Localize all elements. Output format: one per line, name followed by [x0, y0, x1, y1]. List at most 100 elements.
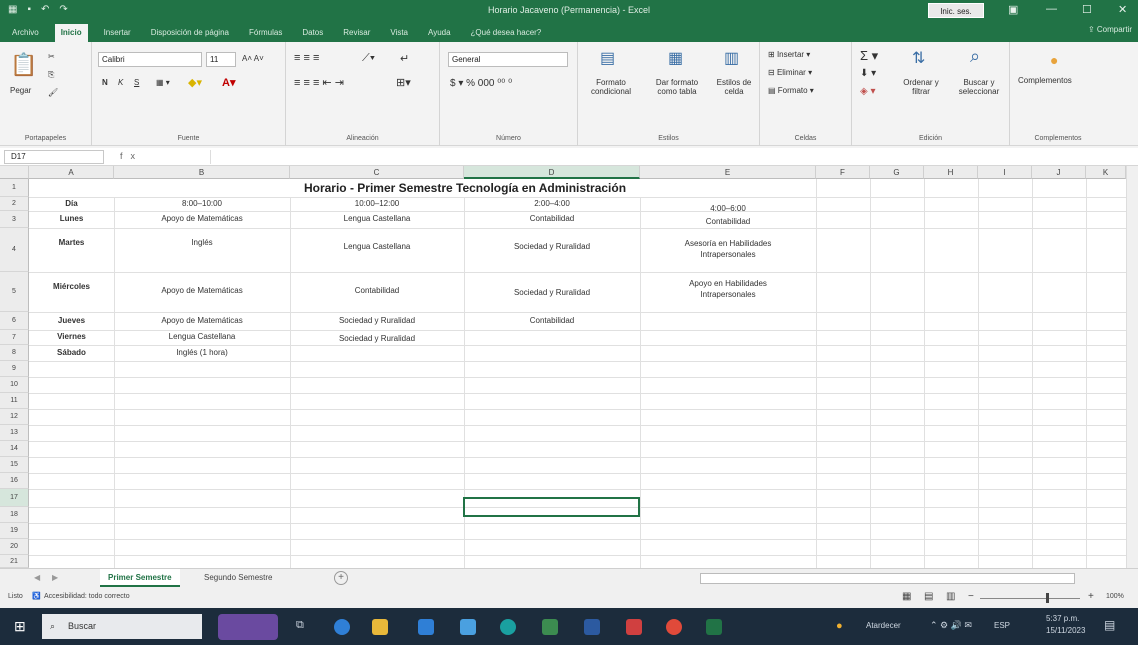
- schedule-cell[interactable]: [640, 345, 816, 361]
- excel-taskbar-icon[interactable]: [706, 619, 722, 635]
- row-header-9[interactable]: 9: [0, 361, 29, 377]
- row-header-15[interactable]: 15: [0, 457, 29, 473]
- tab-disposicion[interactable]: Disposición de página: [147, 28, 233, 42]
- sheet-tab-segundo-semestre[interactable]: Segundo Semestre: [196, 569, 281, 587]
- schedule-cell[interactable]: Lengua Castellana: [114, 330, 290, 345]
- widgets-icon[interactable]: [218, 614, 278, 640]
- column-header-c[interactable]: C: [290, 166, 464, 179]
- schedule-cell[interactable]: Asesoría en Habilidades Intrapersonales: [676, 230, 780, 270]
- tab-ayuda[interactable]: Ayuda: [424, 28, 455, 42]
- spreadsheet-grid[interactable]: A B C D E F G H I J K 1 2 3 4 5 6 7 8 9 …: [0, 166, 1126, 568]
- row-header-12[interactable]: 12: [0, 409, 29, 425]
- schedule-cell[interactable]: [464, 330, 640, 345]
- tab-insertar[interactable]: Insertar: [100, 28, 135, 42]
- fill-color-icon[interactable]: ◆▾: [188, 76, 202, 89]
- bold-button[interactable]: N: [102, 78, 108, 87]
- day-viernes[interactable]: Viernes: [29, 330, 114, 345]
- tab-vista[interactable]: Vista: [386, 28, 412, 42]
- paste-icon[interactable]: 📋: [10, 52, 37, 78]
- fx-icon[interactable]: fx: [120, 151, 143, 161]
- column-header-j[interactable]: J: [1032, 166, 1086, 179]
- schedule-cell[interactable]: Contabilidad: [640, 214, 816, 231]
- delete-cells-button[interactable]: ⊟ Eliminar ▾: [768, 68, 812, 77]
- sheet-nav-next-icon[interactable]: ▶: [44, 569, 66, 587]
- add-sheet-icon[interactable]: +: [334, 571, 348, 585]
- sheet-tab-primer-semestre[interactable]: Primer Semestre: [100, 569, 180, 587]
- schedule-cell[interactable]: Contabilidad: [290, 276, 464, 306]
- zoom-slider-thumb[interactable]: [1046, 593, 1049, 603]
- format-table-button[interactable]: Dar formato como tabla: [646, 78, 708, 96]
- app-icon[interactable]: [542, 619, 558, 635]
- row-header-7[interactable]: 7: [0, 330, 29, 345]
- selected-cell-d17[interactable]: [463, 497, 640, 517]
- share-button[interactable]: ⇪ Compartir: [1088, 25, 1132, 34]
- ribbon-display-icon[interactable]: ▣: [1008, 3, 1018, 16]
- schedule-cell[interactable]: Sociedad y Ruralidad: [464, 232, 640, 262]
- sort-filter-button[interactable]: Ordenar y filtrar: [894, 78, 948, 96]
- tab-formulas[interactable]: Fórmulas: [245, 28, 286, 42]
- schedule-cell[interactable]: [640, 312, 816, 330]
- schedule-cell[interactable]: [640, 330, 816, 345]
- column-header-d[interactable]: D: [464, 166, 640, 179]
- page-layout-icon[interactable]: ▤: [924, 591, 933, 602]
- word-icon[interactable]: [584, 619, 600, 635]
- column-header-f[interactable]: F: [816, 166, 870, 179]
- day-miercoles[interactable]: Miércoles: [29, 272, 114, 302]
- taskbar-search[interactable]: ⌕ Buscar: [42, 614, 202, 639]
- schedule-cell[interactable]: Inglés (1 hora): [114, 345, 290, 361]
- schedule-cell[interactable]: [290, 345, 464, 361]
- cut-icon[interactable]: ✂: [48, 52, 55, 61]
- row-header-4[interactable]: 4: [0, 228, 29, 272]
- pdf-icon[interactable]: [626, 619, 642, 635]
- autosum-icon[interactable]: Σ ▾: [860, 48, 878, 64]
- schedule-cell[interactable]: Lengua Castellana: [290, 232, 464, 262]
- currency-icon[interactable]: $ ▾ % 000 ⁰⁰ ⁰: [450, 78, 512, 89]
- row-header-10[interactable]: 10: [0, 377, 29, 393]
- merge-center-icon[interactable]: ⊞▾: [396, 76, 411, 89]
- clear-icon[interactable]: ◈ ▾: [860, 86, 876, 97]
- notifications-icon[interactable]: ▤: [1104, 618, 1115, 632]
- cell-styles-button[interactable]: Estilos de celda: [712, 78, 756, 96]
- sort-filter-icon[interactable]: ⇅: [912, 48, 925, 68]
- header-day[interactable]: Día: [29, 197, 114, 211]
- day-sabado[interactable]: Sábado: [29, 345, 114, 361]
- tab-revisar[interactable]: Revisar: [339, 28, 374, 42]
- conditional-format-icon[interactable]: ▤: [600, 48, 615, 68]
- day-martes[interactable]: Martes: [29, 228, 114, 258]
- chrome-icon[interactable]: [666, 619, 682, 635]
- format-table-icon[interactable]: ▦: [668, 48, 683, 68]
- zoom-in-icon[interactable]: +: [1088, 591, 1094, 602]
- weather-label[interactable]: Atardecer: [866, 621, 901, 630]
- format-painter-icon[interactable]: 🖌: [48, 88, 58, 97]
- row-header-1[interactable]: 1: [0, 179, 29, 197]
- store-icon[interactable]: [418, 619, 434, 635]
- row-header-13[interactable]: 13: [0, 425, 29, 441]
- page-break-icon[interactable]: ▥: [946, 591, 955, 602]
- insert-cells-button[interactable]: ⊞ Insertar ▾: [768, 50, 810, 59]
- schedule-cell[interactable]: [464, 345, 640, 361]
- zoom-slider[interactable]: [980, 598, 1080, 599]
- row-header-3[interactable]: 3: [0, 211, 29, 228]
- formula-input[interactable]: [210, 150, 1130, 164]
- conditional-format-button[interactable]: Formato condicional: [584, 78, 638, 96]
- language-indicator[interactable]: ESP: [994, 621, 1010, 630]
- cell-styles-icon[interactable]: ▥: [724, 48, 739, 68]
- align-top-icon[interactable]: ≡ ≡ ≡: [294, 52, 319, 64]
- row-header-16[interactable]: 16: [0, 473, 29, 489]
- row-header-8[interactable]: 8: [0, 345, 29, 361]
- windows-start-icon[interactable]: ⊞: [14, 618, 26, 635]
- normal-view-icon[interactable]: ▦: [902, 591, 911, 602]
- header-slot-e[interactable]: 4:00–6:00: [640, 197, 816, 215]
- align-left-icon[interactable]: ≡ ≡ ≡ ⇤ ⇥: [294, 76, 344, 89]
- wrap-text-icon[interactable]: ↵: [400, 52, 409, 65]
- schedule-title[interactable]: Horario - Primer Semestre Tecnología en …: [114, 179, 816, 197]
- tab-inicio[interactable]: Inicio: [54, 24, 88, 42]
- schedule-cell[interactable]: Apoyo en Habilidades Intrapersonales: [676, 270, 780, 310]
- row-header-21[interactable]: 21: [0, 555, 29, 568]
- clock-time[interactable]: 5:37 p.m.: [1046, 614, 1079, 623]
- day-lunes[interactable]: Lunes: [29, 211, 114, 228]
- row-header-6[interactable]: 6: [0, 312, 29, 330]
- schedule-cell[interactable]: Sociedad y Ruralidad: [464, 278, 640, 308]
- row-header-14[interactable]: 14: [0, 441, 29, 457]
- addins-button[interactable]: Complementos: [1018, 76, 1072, 85]
